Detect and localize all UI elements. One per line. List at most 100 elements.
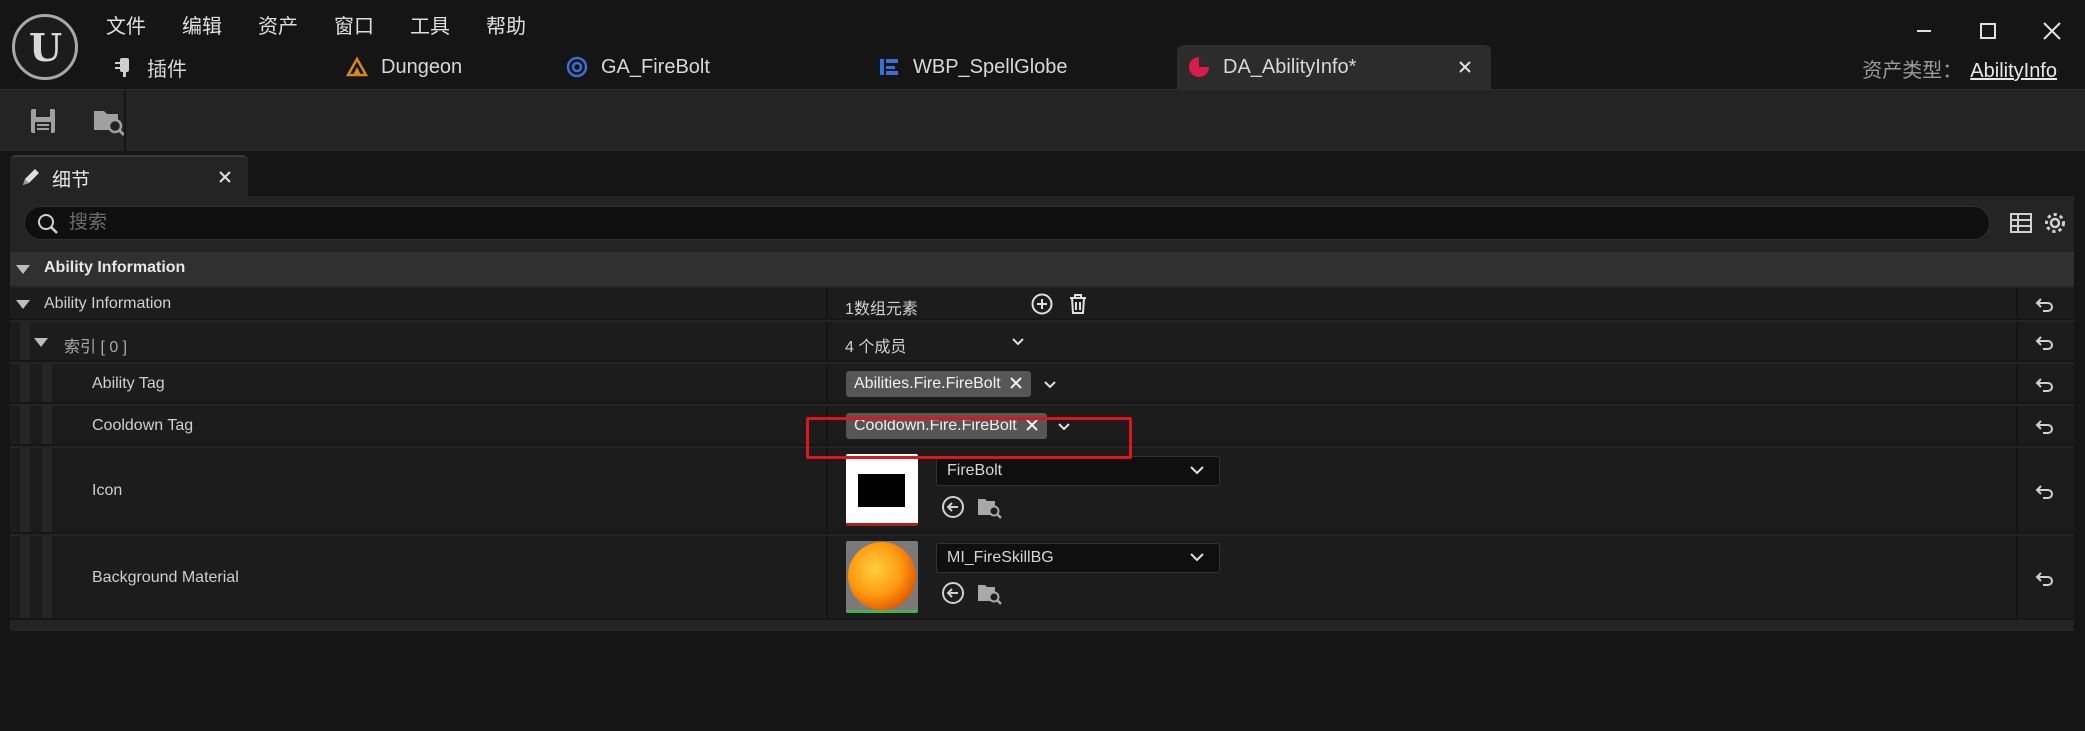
search-box (24, 206, 1990, 240)
ability-tag-label: Ability Tag (92, 375, 165, 392)
reset-column-divider (2016, 448, 2018, 532)
settings-gear-icon[interactable] (2042, 210, 2068, 236)
tab-dungeon[interactable]: Dungeon (321, 45, 559, 89)
tab-label: DA_AbilityInfo* (1223, 55, 1357, 78)
save-button[interactable] (22, 100, 64, 142)
widget-blueprint-icon (877, 55, 901, 79)
background-material-label: Background Material (92, 569, 239, 586)
category-label: Ability Information (44, 259, 186, 276)
menu-help[interactable]: 帮助 (486, 10, 562, 39)
reset-to-default-icon[interactable] (2034, 293, 2056, 315)
add-element-icon[interactable] (1030, 292, 1054, 316)
unreal-logo[interactable]: U (12, 14, 78, 80)
category-header[interactable]: Ability Information (10, 252, 2074, 286)
icon-property-row: Icon FireBolt (10, 448, 2074, 534)
data-asset-icon (1187, 55, 1211, 79)
collapse-arrow-icon[interactable] (16, 265, 30, 274)
element-options-chevron-icon[interactable] (1010, 334, 1026, 350)
indent-guide (42, 406, 52, 444)
menu-edit[interactable]: 编辑 (182, 10, 258, 39)
reset-column-divider (2016, 322, 2018, 360)
maximize-button[interactable] (1971, 14, 2005, 48)
reset-to-default-icon[interactable] (2034, 373, 2056, 395)
asset-type-link[interactable]: AbilityInfo (1970, 60, 2057, 82)
icon-texture-thumbnail[interactable] (846, 454, 918, 526)
reset-to-default-icon[interactable] (2034, 480, 2056, 502)
title-bar: U 文件 编辑 资产 窗口 工具 帮助 插件 Dungeon GA_FireBo… (0, 0, 2085, 89)
blueprint-icon (565, 55, 589, 79)
indent-guide (42, 536, 52, 618)
indent-guide (42, 364, 52, 402)
level-icon (345, 55, 369, 79)
chevron-down-icon (1189, 464, 1205, 478)
array-element-row: 索引 [ 0 ] 4 个成员 (10, 322, 2074, 362)
ability-tag-chip[interactable]: Abilities.Fire.FireBolt (846, 371, 1031, 397)
table-view-icon[interactable] (2008, 210, 2034, 236)
tab-wbp-spellglobe[interactable]: WBP_SpellGlobe (877, 45, 1177, 89)
menu-asset[interactable]: 资产 (258, 10, 334, 39)
column-divider (826, 322, 828, 360)
minimize-button[interactable] (1907, 14, 1941, 48)
remove-tag-icon[interactable] (1009, 376, 1023, 390)
use-selected-asset-icon[interactable] (940, 494, 966, 520)
material-asset-picker[interactable]: MI_FireSkillBG (936, 543, 1220, 573)
menu-tools[interactable]: 工具 (410, 10, 486, 39)
reset-column-divider (2016, 536, 2018, 618)
column-divider (826, 364, 828, 402)
close-panel-icon[interactable] (218, 170, 232, 184)
indent-guide (20, 406, 30, 444)
tab-plugins[interactable]: 插件 (95, 45, 321, 89)
delete-all-icon[interactable] (1066, 292, 1090, 316)
reset-column-divider (2016, 406, 2018, 444)
expand-arrow-icon[interactable] (16, 300, 30, 309)
column-divider (826, 288, 828, 318)
reset-to-default-icon[interactable] (2034, 567, 2056, 589)
tag-picker-chevron-icon[interactable] (1042, 377, 1058, 393)
close-window-button[interactable] (2035, 14, 2069, 48)
menu-window[interactable]: 窗口 (334, 10, 410, 39)
toolbar-separator (124, 90, 126, 152)
search-input[interactable] (69, 208, 1969, 238)
browse-asset-icon[interactable] (976, 580, 1002, 606)
tab-label: 插件 (147, 58, 187, 81)
reset-to-default-icon[interactable] (2034, 331, 2056, 353)
array-index-label: 索引 [ 0 ] (64, 339, 128, 356)
menu-file[interactable]: 文件 (106, 10, 182, 39)
use-selected-asset-icon[interactable] (940, 580, 966, 606)
indent-guide (42, 448, 52, 532)
window-controls (1907, 14, 2069, 48)
indent-guide (20, 322, 30, 360)
tab-label: WBP_SpellGlobe (913, 55, 1068, 78)
highlight-annotation-box (806, 417, 1132, 459)
tab-label: Dungeon (381, 55, 463, 78)
material-thumbnail[interactable] (846, 541, 918, 613)
array-count: 1数组元素 (845, 301, 918, 318)
expand-arrow-icon[interactable] (34, 338, 48, 347)
details-tab-label: 细节 (52, 170, 91, 191)
background-material-row: Background Material MI_FireSkillBG (10, 536, 2074, 620)
icon-asset-picker[interactable]: FireBolt (936, 456, 1220, 486)
ability-tag-value: Abilities.Fire.FireBolt (854, 375, 1001, 392)
details-panel: Ability Information Ability Information … (10, 196, 2074, 631)
icon-property-label: Icon (92, 482, 123, 499)
material-asset-value: MI_FireSkillBG (947, 549, 1054, 566)
search-icon (37, 213, 59, 235)
column-divider (826, 536, 828, 618)
indent-guide (20, 536, 30, 618)
asset-type-label: 资产类型： (1862, 60, 1963, 82)
tab-da-abilityinfo[interactable]: DA_AbilityInfo* (1177, 45, 1491, 89)
details-panel-tab[interactable]: 细节 (10, 155, 248, 197)
document-tabs: 插件 Dungeon GA_FireBolt WBP_SpellGlobe DA… (95, 45, 1491, 89)
menu-bar: 文件 编辑 资产 窗口 工具 帮助 (106, 10, 562, 39)
array-property-row: Ability Information 1数组元素 (10, 288, 2074, 320)
close-tab-icon[interactable] (1457, 59, 1473, 75)
toolbar (0, 89, 2085, 152)
cooldown-tag-label: Cooldown Tag (92, 417, 194, 434)
ability-tag-row: Ability Tag Abilities.Fire.FireBolt (10, 364, 2074, 404)
reset-column-divider (2016, 364, 2018, 402)
tab-ga-firebolt[interactable]: GA_FireBolt (559, 45, 877, 89)
indent-guide (20, 364, 30, 402)
reset-to-default-icon[interactable] (2034, 415, 2056, 437)
browse-asset-icon[interactable] (976, 494, 1002, 520)
reset-column-divider (2016, 288, 2018, 318)
